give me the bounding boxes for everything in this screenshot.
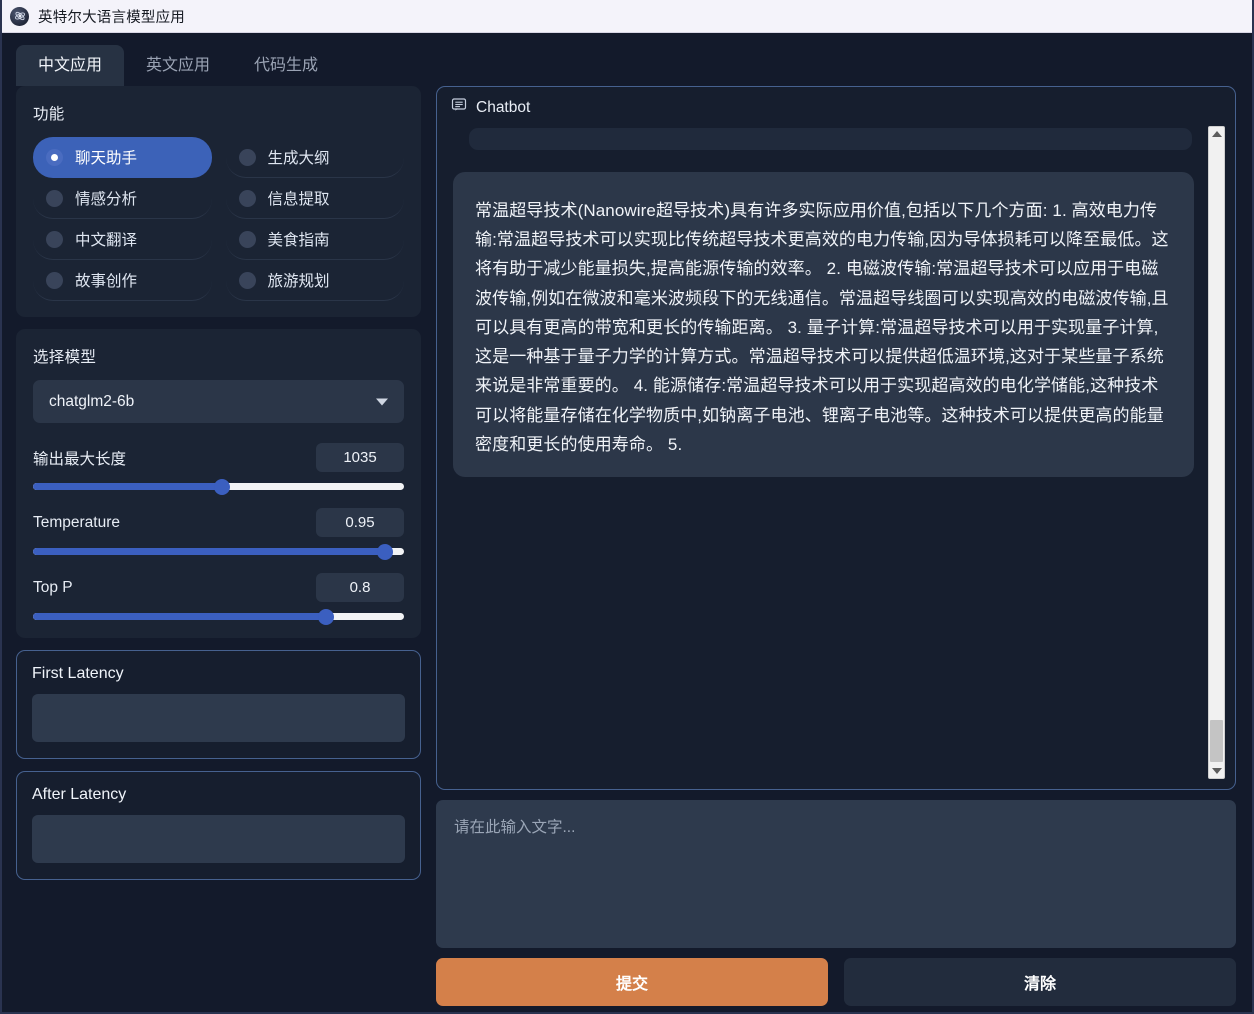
function-option-chinese-translation[interactable]: 中文翻译 — [33, 219, 212, 260]
slider-label: 输出最大长度 — [33, 450, 127, 468]
slider-track[interactable] — [33, 478, 404, 495]
right-panel: Chatbot 常温超导技术(Nanowire超导技术)具有许多实际应用价值,包… — [436, 86, 1236, 1014]
function-option-label: 中文翻译 — [75, 232, 138, 249]
function-option-outline-generation[interactable]: 生成大纲 — [225, 137, 404, 178]
chatbot-title: Chatbot — [476, 98, 531, 116]
model-select-value: chatglm2-6b — [49, 392, 135, 410]
scroll-up-arrow-icon[interactable] — [1211, 131, 1222, 137]
function-option-sentiment-analysis[interactable]: 情感分析 — [33, 178, 212, 219]
slider-fill — [33, 548, 386, 555]
submit-button[interactable]: 提交 — [436, 958, 828, 1006]
slider-temperature: Temperature 0.95 — [33, 508, 404, 560]
radio-unselected-icon — [238, 189, 256, 207]
functions-panel-title: 功能 — [33, 106, 65, 123]
slider-track[interactable] — [33, 543, 404, 560]
chatbot-header: Chatbot — [451, 97, 1225, 118]
first-latency-label: First Latency — [32, 665, 124, 682]
left-sidebar: 功能 聊天助手 生成大纲 情感分析 信息提取 中文翻译 美食指南 故事创作 旅游… — [16, 86, 421, 1014]
tab-chinese-apps[interactable]: 中文应用 — [16, 44, 125, 86]
slider-top-p: Top P 0.8 — [33, 573, 404, 625]
model-panel-title: 选择模型 — [33, 349, 97, 366]
slider-label: Temperature — [33, 513, 121, 531]
model-panel: 选择模型 chatglm2-6b 输出最大长度 1035 Temperature… — [16, 329, 421, 638]
tab-bar: 中文应用 英文应用 代码生成 — [2, 41, 1252, 86]
action-buttons: 提交 清除 — [436, 958, 1236, 1014]
chat-bubble-icon — [451, 97, 467, 118]
slider-value-input[interactable]: 0.95 — [316, 508, 404, 537]
chat-message-list: 常温超导技术(Nanowire超导技术)具有许多实际应用价值,包括以下几个方面:… — [451, 126, 1208, 779]
after-latency-value[interactable] — [32, 815, 405, 863]
app-window: 英特尔大语言模型应用 中文应用 英文应用 代码生成 功能 聊天助手 生成大纲 情… — [0, 0, 1254, 1014]
slider-thumb[interactable] — [214, 478, 231, 495]
functions-panel: 功能 聊天助手 生成大纲 情感分析 信息提取 中文翻译 美食指南 故事创作 旅游… — [16, 86, 421, 317]
after-latency-label: After Latency — [32, 786, 127, 803]
scroll-down-arrow-icon[interactable] — [1211, 768, 1222, 774]
function-radio-group: 聊天助手 生成大纲 情感分析 信息提取 中文翻译 美食指南 故事创作 旅游规划 — [33, 137, 404, 301]
slider-value-input[interactable]: 1035 — [316, 443, 404, 472]
tab-english-apps[interactable]: 英文应用 — [124, 45, 232, 86]
radio-unselected-icon — [238, 271, 256, 289]
prompt-input[interactable]: 请在此输入文字... — [436, 800, 1236, 948]
slider-fill — [33, 483, 223, 490]
function-option-food-guide[interactable]: 美食指南 — [225, 219, 404, 260]
radio-unselected-icon — [46, 230, 63, 248]
function-option-label: 生成大纲 — [267, 150, 330, 167]
function-option-label: 情感分析 — [75, 191, 138, 208]
chat-message-user — [469, 128, 1192, 150]
function-option-label: 信息提取 — [267, 191, 330, 208]
function-option-label: 旅游规划 — [267, 273, 330, 290]
chevron-down-icon — [376, 398, 388, 405]
function-option-story-writing[interactable]: 故事创作 — [33, 260, 212, 301]
model-select[interactable]: chatglm2-6b — [33, 380, 404, 423]
slider-thumb[interactable] — [377, 543, 394, 560]
function-option-information-extraction[interactable]: 信息提取 — [225, 178, 404, 219]
slider-fill — [33, 613, 327, 620]
slider-header: 输出最大长度 1035 — [33, 443, 404, 472]
app-logo-icon — [10, 6, 29, 26]
tab-code-generation[interactable]: 代码生成 — [232, 45, 340, 86]
chat-scrollbar[interactable] — [1208, 126, 1225, 779]
window-titlebar: 英特尔大语言模型应用 — [2, 0, 1252, 33]
clear-button[interactable]: 清除 — [844, 958, 1236, 1006]
slider-track[interactable] — [33, 608, 404, 625]
chat-message-assistant: 常温超导技术(Nanowire超导技术)具有许多实际应用价值,包括以下几个方面:… — [453, 172, 1194, 478]
slider-header: Temperature 0.95 — [33, 508, 404, 537]
prompt-input-placeholder: 请在此输入文字... — [454, 819, 576, 836]
slider-max-output-length: 输出最大长度 1035 — [33, 443, 404, 495]
first-latency-panel: First Latency — [16, 650, 421, 759]
chat-area: 常温超导技术(Nanowire超导技术)具有许多实际应用价值,包括以下几个方面:… — [451, 126, 1225, 779]
radio-selected-icon — [46, 148, 63, 166]
slider-label: Top P — [33, 578, 73, 596]
radio-unselected-icon — [46, 189, 63, 207]
chat-message-assistant-text: 常温超导技术(Nanowire超导技术)具有许多实际应用价值,包括以下几个方面:… — [475, 201, 1169, 454]
after-latency-panel: After Latency — [16, 771, 421, 880]
first-latency-value[interactable] — [32, 694, 405, 742]
function-option-label: 聊天助手 — [75, 150, 138, 167]
scrollbar-thumb[interactable] — [1210, 720, 1223, 762]
slider-header: Top P 0.8 — [33, 573, 404, 602]
function-option-label: 故事创作 — [75, 273, 138, 290]
radio-unselected-icon — [238, 148, 256, 166]
radio-unselected-icon — [238, 230, 256, 248]
function-option-chat-assistant[interactable]: 聊天助手 — [33, 137, 212, 178]
main-content: 功能 聊天助手 生成大纲 情感分析 信息提取 中文翻译 美食指南 故事创作 旅游… — [2, 86, 1252, 1014]
function-option-travel-planning[interactable]: 旅游规划 — [225, 260, 404, 301]
slider-thumb[interactable] — [318, 608, 335, 625]
function-option-label: 美食指南 — [267, 232, 330, 249]
chatbot-panel: Chatbot 常温超导技术(Nanowire超导技术)具有许多实际应用价值,包… — [436, 86, 1236, 790]
slider-value-input[interactable]: 0.8 — [316, 573, 404, 602]
radio-unselected-icon — [46, 271, 63, 289]
window-title: 英特尔大语言模型应用 — [38, 9, 185, 26]
